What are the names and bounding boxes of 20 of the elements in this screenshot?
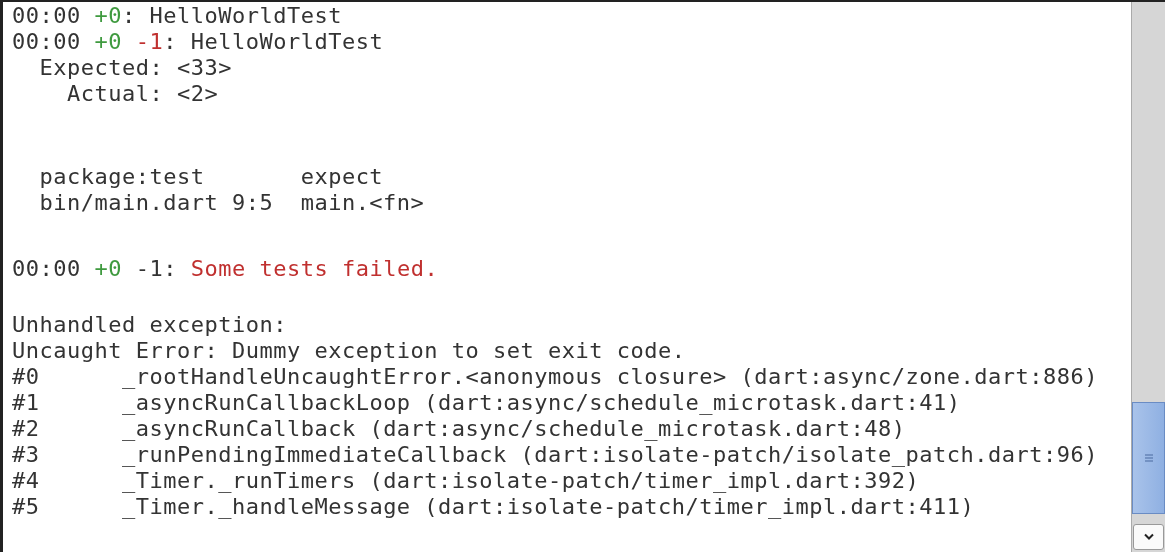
chevron-down-icon <box>1142 533 1155 541</box>
console-line: #5 _Timer._handleMessage (dart:isolate-patch/timer_impl.dart:411) <box>12 494 975 520</box>
console-line: #1 _asyncRunCallbackLoop (dart:async/schedule_microtask.dart:41) <box>12 390 961 416</box>
console-line: 00:00 +0 -1: HelloWorldTest <box>12 29 384 55</box>
console-line: package:test expect <box>38 164 384 190</box>
grip-icon <box>1143 453 1154 463</box>
console-line: #4 _Timer._runTimers (dart:isolate-patch/timer_impl.dart:392) <box>12 468 920 494</box>
scrollbar[interactable] <box>1131 2 1165 552</box>
console-line: #3 _runPendingImmediateCallback (dart:isolate-patch/isolate_patch.dart:96) <box>12 442 1098 468</box>
scrollbar-thumb[interactable] <box>1132 402 1165 514</box>
console-line: Unhandled exception: <box>12 312 287 338</box>
console-line: bin/main.dart 9:5 main.<fn> <box>38 190 425 216</box>
console-line: 00:00 +0: HelloWorldTest <box>12 3 342 29</box>
scroll-down-button[interactable] <box>1133 524 1164 550</box>
console-line: #2 _asyncRunCallback (dart:async/schedule_microtask.dart:48) <box>12 416 906 442</box>
console-line: #0 _rootHandleUncaughtError.<anonymous closure> (dart:async/zone.dart:886) <box>12 364 1098 390</box>
console-line: 00:00 +0 -1: Some tests failed. <box>12 256 439 282</box>
console-line: Uncaught Error: Dummy exception to set exit code. <box>12 338 686 364</box>
console-line: Expected: <33> <box>38 55 232 81</box>
console-line: Actual: <2> <box>65 81 219 107</box>
